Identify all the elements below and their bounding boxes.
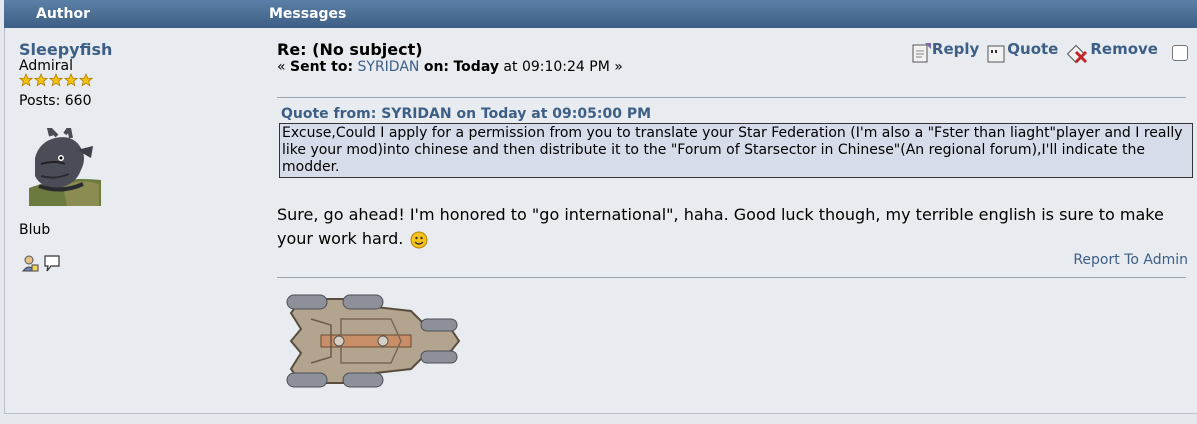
quote-icon [987, 45, 1005, 63]
quote-block: Excuse,Could I apply for a permission fr… [279, 123, 1193, 178]
messages-column-header: Messages [269, 6, 347, 22]
quote-button[interactable]: Quote [987, 40, 1058, 64]
quote-header[interactable]: Quote from: SYRIDAN on Today at 09:05:00… [281, 106, 651, 122]
sent-day: Today [453, 59, 499, 75]
personal-message-icon[interactable] [43, 254, 61, 272]
post-subject: Re: (No subject) [277, 40, 423, 59]
reply-icon [912, 43, 931, 63]
table-header: Author Messages [4, 0, 1197, 28]
star-icon [34, 73, 48, 87]
author-column-header: Author [36, 6, 90, 22]
sent-time: at 09:10:24 PM » [503, 59, 623, 75]
sent-to-label: Sent to: [290, 59, 354, 75]
report-to-admin-link[interactable]: Report To Admin [1073, 252, 1188, 268]
star-icon [49, 73, 63, 87]
author-name-link[interactable]: Sleepyfish [19, 40, 112, 59]
post-count: Posts: 660 [19, 93, 92, 109]
post-panel: Sleepyfish Admiral Posts: 660 Blub Re: (… [4, 28, 1197, 414]
star-icon [19, 73, 33, 87]
remove-icon [1067, 44, 1088, 64]
sent-prefix: « [277, 59, 291, 75]
signature-divider [277, 277, 1186, 278]
star-icon [79, 73, 93, 87]
avatar [21, 128, 101, 206]
member-rank: Admiral [19, 58, 73, 74]
ship-signature-image [286, 294, 461, 388]
remove-button[interactable]: Remove [1066, 40, 1158, 64]
reply-button[interactable]: Reply [912, 40, 979, 64]
personal-text: Blub [19, 222, 51, 238]
on-label: on: [423, 59, 450, 75]
rank-stars [19, 73, 93, 89]
post-actions: Reply Quote Remove [912, 40, 1188, 64]
sent-info: « Sent to: SYRIDAN on: Today at 09:10:24… [277, 59, 623, 75]
smiley-icon [410, 231, 428, 248]
profile-icon[interactable] [21, 254, 39, 272]
profile-icons [21, 254, 61, 272]
star-icon [64, 73, 78, 87]
forum-post-frame: Author Messages Sleepyfish Admiral Posts… [0, 0, 1197, 424]
post-body: Sure, go ahead! I'm honored to "go inter… [277, 203, 1187, 251]
select-checkbox[interactable] [1172, 45, 1188, 61]
recipient-link[interactable]: SYRIDAN [358, 59, 420, 75]
header-divider [277, 97, 1186, 98]
